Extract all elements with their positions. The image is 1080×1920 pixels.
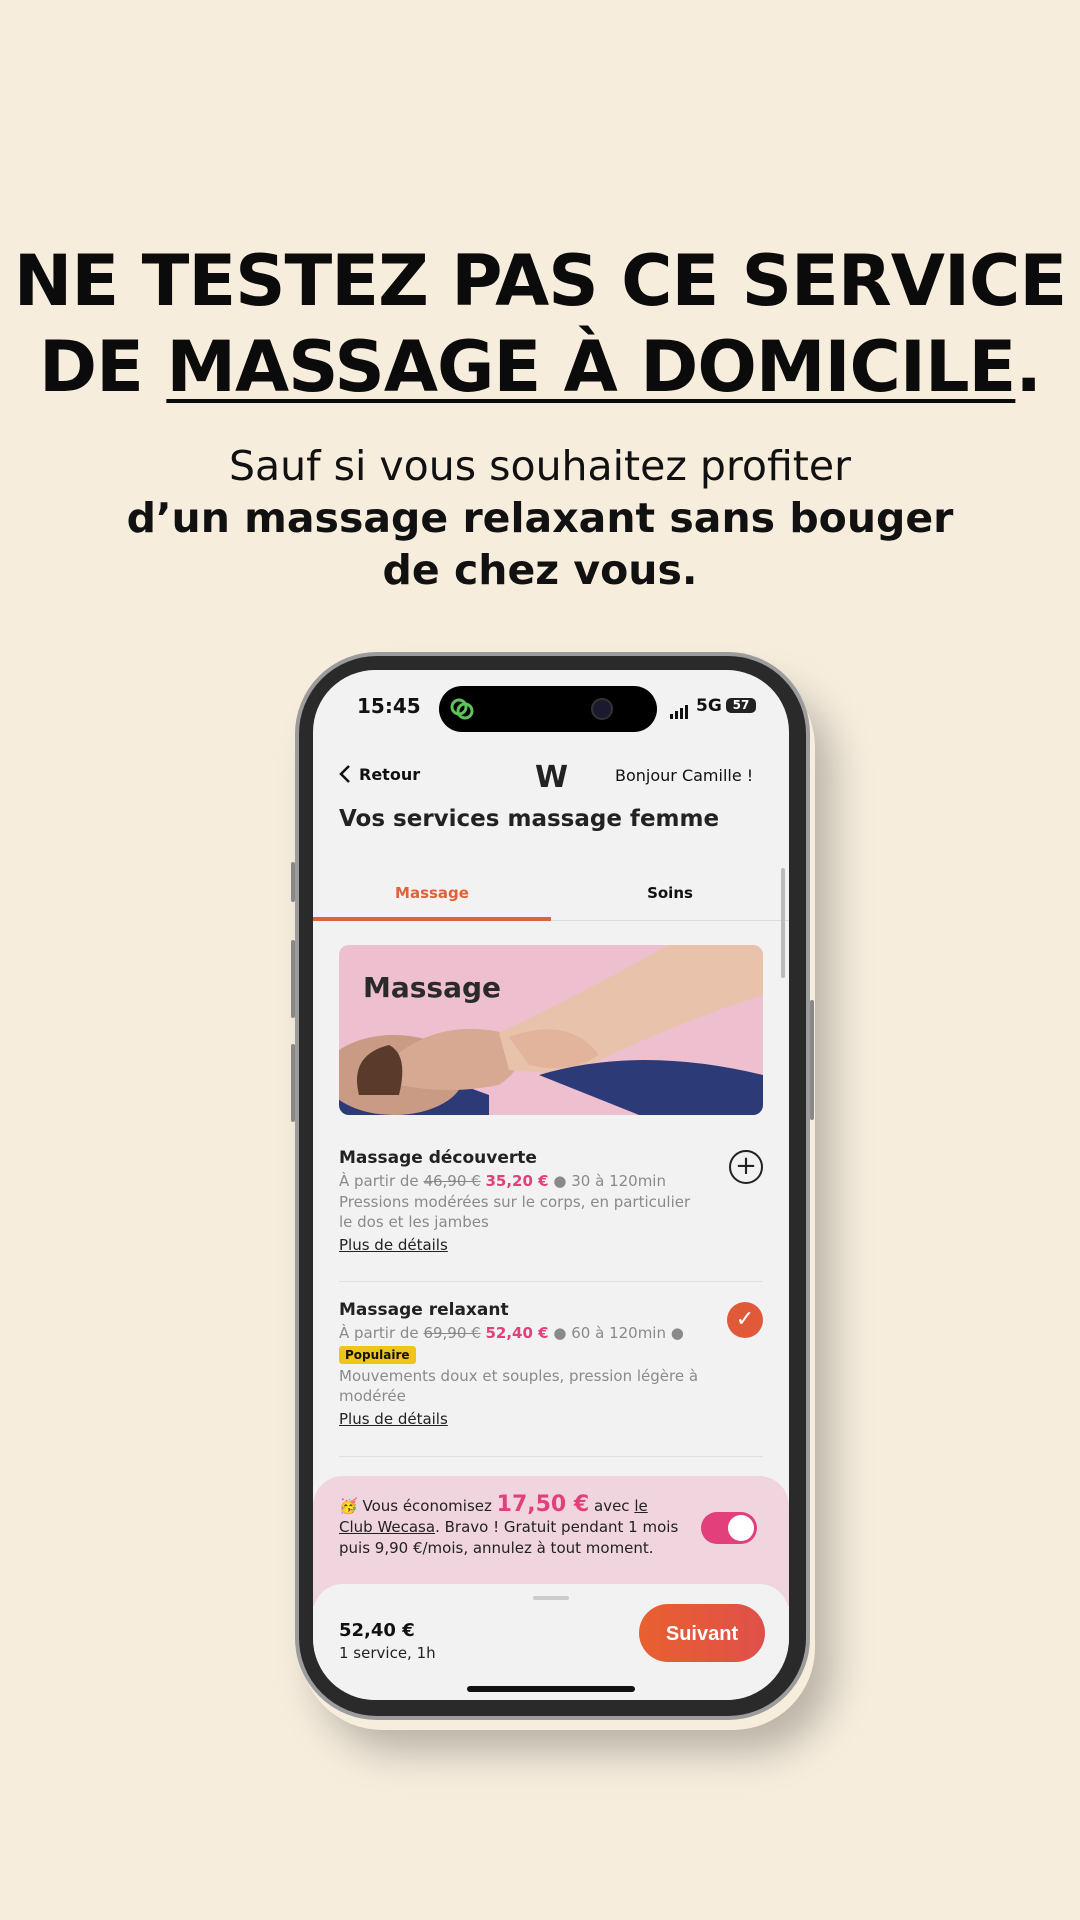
bottom-sheet: 52,40 € 1 service, 1h Suivant	[313, 1584, 789, 1700]
tab-soins[interactable]: Soins	[551, 884, 789, 902]
service-name: Massage relaxant	[339, 1300, 509, 1320]
sheet-grabber[interactable]	[533, 1596, 569, 1600]
new-price: 35,20 €	[485, 1172, 549, 1190]
tab-bar: Massage Soins	[313, 870, 789, 921]
phone-volume-down	[291, 1044, 295, 1122]
party-emoji-icon: 🥳	[339, 1497, 358, 1515]
status-time: 15:45	[357, 694, 421, 718]
dynamic-island	[439, 686, 657, 732]
old-price: 69,90 €	[423, 1324, 481, 1342]
next-button[interactable]: Suivant	[639, 1604, 765, 1662]
service-description: Mouvements doux et souples, pression lég…	[339, 1367, 699, 1405]
price-prefix: À partir de	[339, 1172, 419, 1190]
headline-line-1: NE TESTEZ PAS CE SERVICE	[13, 240, 1067, 322]
service-meta: À partir de 46,90 € 35,20 € ● 30 à 120mi…	[339, 1172, 763, 1190]
hero-title: Massage	[363, 971, 502, 1004]
club-savings-amount: 17,50 €	[496, 1492, 590, 1517]
phone-side-button	[291, 862, 295, 902]
club-text-before: Vous économisez	[362, 1497, 492, 1515]
selected-check-button[interactable]: ✓	[727, 1302, 763, 1338]
battery-icon: 57	[726, 698, 756, 713]
back-button[interactable]: Retour	[339, 764, 420, 784]
new-price: 52,40 €	[485, 1324, 549, 1342]
tab-massage[interactable]: Massage	[313, 884, 551, 902]
service-item[interactable]: Massage relaxant À partir de 69,90 € 52,…	[339, 1300, 763, 1428]
signal-icon	[670, 700, 690, 719]
camera-icon	[591, 698, 613, 720]
order-summary: 1 service, 1h	[339, 1644, 436, 1662]
wecasa-logo: W	[535, 760, 568, 795]
scrollbar[interactable]	[781, 868, 785, 978]
add-service-button[interactable]: +	[729, 1150, 763, 1184]
subheadline-line-1: Sauf si vous souhaitez profiter	[229, 442, 851, 490]
headline: NE TESTEZ PAS CE SERVICE DE MASSAGE À DO…	[0, 238, 1080, 410]
bullet-separator: ●	[670, 1324, 684, 1342]
network-label: 5G	[696, 696, 722, 716]
greeting: Bonjour Camille !	[615, 766, 754, 785]
bullet-separator: ●	[553, 1172, 567, 1190]
service-duration: 60 à 120min	[571, 1324, 666, 1342]
service-description: Pressions modérées sur le corps, en part…	[339, 1193, 691, 1231]
service-name: Massage découverte	[339, 1148, 537, 1168]
club-toggle[interactable]	[701, 1512, 757, 1544]
price-prefix: À partir de	[339, 1324, 419, 1342]
status-bar: 15:45 5G 57	[313, 670, 789, 750]
service-item[interactable]: Massage découverte À partir de 46,90 € 3…	[339, 1148, 763, 1254]
link-icon	[450, 698, 474, 720]
divider	[339, 1281, 763, 1282]
massage-hero-banner: Massage	[339, 945, 763, 1115]
bullet-separator: ●	[553, 1324, 567, 1342]
home-indicator[interactable]	[467, 1686, 635, 1692]
phone-power-button	[810, 1000, 814, 1120]
club-text-avec: avec	[594, 1497, 630, 1515]
service-meta: À partir de 69,90 € 52,40 € ● 60 à 120mi…	[339, 1324, 763, 1342]
headline-line-2: DE MASSAGE À DOMICILE.	[0, 324, 1080, 410]
headline-underlined: MASSAGE À DOMICILE	[166, 326, 1016, 408]
back-label: Retour	[359, 764, 421, 784]
divider	[339, 1456, 763, 1457]
phone-volume-up	[291, 940, 295, 1018]
club-text: 🥳 Vous économisez 17,50 € avec le Club W…	[339, 1494, 679, 1559]
details-link[interactable]: Plus de détails	[339, 1410, 763, 1428]
service-duration: 30 à 120min	[571, 1172, 666, 1190]
page-title: Vos services massage femme	[339, 806, 720, 832]
toggle-knob	[728, 1515, 754, 1541]
headline-suffix: .	[1015, 326, 1042, 408]
subheadline-line-3: de chez vous.	[382, 546, 698, 594]
popular-badge: Populaire	[339, 1346, 416, 1364]
details-link[interactable]: Plus de détails	[339, 1236, 763, 1254]
phone-screen: 15:45 5G 57 Retour W Bonjour Camille ! V…	[313, 670, 789, 1700]
headline-prefix: DE	[39, 326, 167, 408]
old-price: 46,90 €	[423, 1172, 481, 1190]
chevron-left-icon	[339, 765, 350, 783]
active-tab-indicator	[313, 917, 551, 921]
subheadline: Sauf si vous souhaitez profiter d’un mas…	[0, 440, 1080, 596]
top-nav: Retour W Bonjour Camille !	[313, 756, 789, 796]
subheadline-line-2: d’un massage relaxant sans bouger	[126, 494, 954, 542]
total-price: 52,40 €	[339, 1620, 415, 1641]
